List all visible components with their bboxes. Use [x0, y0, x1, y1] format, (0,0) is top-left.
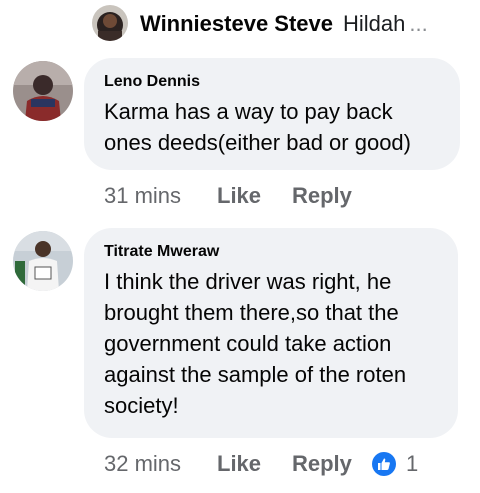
- avatar[interactable]: [13, 61, 73, 121]
- reply-preview[interactable]: Winniesteve Steve Hildah...: [140, 9, 428, 39]
- reaction-summary[interactable]: 1: [372, 450, 418, 478]
- comment-text: Karma has a way to pay back ones deeds(e…: [104, 99, 411, 155]
- thumbs-up-icon: [372, 452, 396, 476]
- comment-time[interactable]: 31 mins: [104, 182, 217, 210]
- comment-author[interactable]: Titrate Mweraw: [104, 242, 438, 262]
- reply-preview-text: Hildah: [343, 11, 406, 36]
- reply-button[interactable]: Reply: [292, 182, 372, 210]
- comment-text: I think the driver was right, he brought…: [104, 269, 407, 418]
- avatar[interactable]: [92, 5, 128, 41]
- reply-button[interactable]: Reply: [292, 450, 372, 478]
- comment-bubble: Leno Dennis Karma has a way to pay back …: [84, 58, 460, 170]
- ellipsis: ...: [409, 11, 428, 36]
- avatar[interactable]: [13, 231, 73, 291]
- reply-author[interactable]: Winniesteve Steve: [140, 11, 333, 36]
- comment-actions: 31 mins Like Reply: [104, 182, 372, 210]
- comment-author[interactable]: Leno Dennis: [104, 72, 440, 92]
- comment-actions: 32 mins Like Reply 1: [104, 450, 418, 478]
- reaction-count: 1: [406, 451, 419, 476]
- comment-time[interactable]: 32 mins: [104, 450, 217, 478]
- like-button[interactable]: Like: [217, 450, 292, 478]
- comment-bubble: Titrate Mweraw I think the driver was ri…: [84, 228, 458, 438]
- like-button[interactable]: Like: [217, 182, 292, 210]
